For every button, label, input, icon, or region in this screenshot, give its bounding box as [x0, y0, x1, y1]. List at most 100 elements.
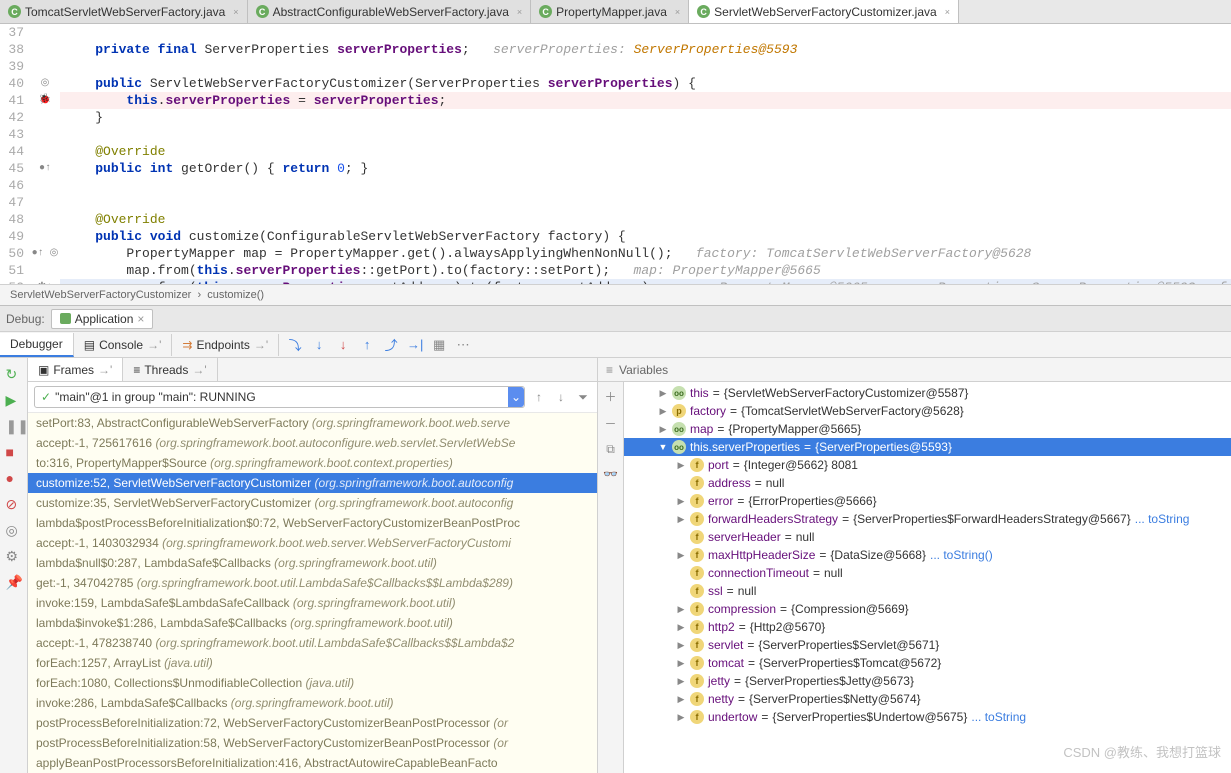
editor-tab[interactable]: CPropertyMapper.java×: [531, 0, 689, 23]
more-icon[interactable]: ⋯: [455, 337, 471, 353]
variable-row[interactable]: ▶f http2 = {Http2@5670}: [624, 618, 1231, 636]
code-editor[interactable]: 37383940414243444546474849505152535455 ◎…: [0, 24, 1231, 284]
expand-icon[interactable]: ▶: [658, 424, 668, 435]
force-step-into-icon[interactable]: ↓: [335, 337, 351, 353]
frames-tab[interactable]: ▣Frames →': [28, 358, 123, 381]
stack-frame[interactable]: postProcessBeforeInitialization:72, WebS…: [28, 713, 597, 733]
evaluate-icon[interactable]: ▦: [431, 337, 447, 353]
variable-row[interactable]: ▶f maxHttpHeaderSize = {DataSize@5668} .…: [624, 546, 1231, 564]
glasses-icon[interactable]: 👓: [603, 467, 618, 481]
run-to-cursor-icon[interactable]: →|: [407, 337, 423, 353]
stack-frame[interactable]: to:316, PropertyMapper$Source (org.sprin…: [28, 453, 597, 473]
stack-frame[interactable]: accept:-1, 478238740 (org.springframewor…: [28, 633, 597, 653]
pin-icon[interactable]: 📌: [6, 574, 22, 590]
expand-icon[interactable]: ▶: [658, 388, 668, 399]
pause-icon[interactable]: ❚❚: [6, 418, 22, 434]
step-over-icon[interactable]: ⤵: [287, 337, 303, 353]
breadcrumb[interactable]: ServletWebServerFactoryCustomizer › cust…: [0, 284, 1231, 305]
expand-icon[interactable]: ▼: [658, 442, 668, 452]
variable-row[interactable]: ▶f jetty = {ServerProperties$Jetty@5673}: [624, 672, 1231, 690]
variable-row[interactable]: ▶f compression = {Compression@5669}: [624, 600, 1231, 618]
expand-icon[interactable]: ▶: [676, 514, 686, 525]
close-icon[interactable]: ×: [517, 7, 522, 17]
expand-icon[interactable]: ▶: [676, 604, 686, 615]
mute-breakpoints-icon[interactable]: ⊘: [6, 496, 22, 512]
variable-row[interactable]: ▶p factory = {TomcatServletWebServerFact…: [624, 402, 1231, 420]
stack-frame[interactable]: applyBeanPostProcessorsBeforeInitializat…: [28, 753, 597, 773]
rerun-icon[interactable]: ↻: [6, 366, 22, 382]
variable-row[interactable]: ▶oo this = {ServletWebServerFactoryCusto…: [624, 384, 1231, 402]
add-watch-icon[interactable]: ＋: [604, 388, 616, 405]
console-tab[interactable]: ▤Console →': [74, 334, 173, 356]
expand-icon[interactable]: ▶: [676, 496, 686, 507]
stack-frame[interactable]: postProcessBeforeInitialization:58, WebS…: [28, 733, 597, 753]
variable-row[interactable]: ▼oo this.serverProperties = {ServerPrope…: [624, 438, 1231, 456]
stack-frame[interactable]: accept:-1, 1403032934 (org.springframewo…: [28, 533, 597, 553]
stack-frame[interactable]: customize:52, ServletWebServerFactoryCus…: [28, 473, 597, 493]
variable-tree[interactable]: ▶oo this = {ServletWebServerFactoryCusto…: [624, 382, 1231, 773]
view-breakpoints-icon[interactable]: ●: [6, 470, 22, 486]
expand-icon[interactable]: ▶: [676, 676, 686, 687]
close-icon[interactable]: ×: [137, 312, 144, 326]
debugger-tab[interactable]: Debugger: [0, 333, 74, 357]
copy-icon[interactable]: ⧉: [606, 442, 615, 457]
variable-row[interactable]: ▶f tomcat = {ServerProperties$Tomcat@567…: [624, 654, 1231, 672]
variable-row[interactable]: f connectionTimeout = null: [624, 564, 1231, 582]
stack-frame[interactable]: customize:35, ServletWebServerFactoryCus…: [28, 493, 597, 513]
expand-icon[interactable]: ▶: [676, 550, 686, 561]
variable-row[interactable]: ▶f undertow = {ServerProperties$Undertow…: [624, 708, 1231, 726]
prev-frame-icon[interactable]: ↑: [531, 390, 547, 404]
variable-row[interactable]: ▶f netty = {ServerProperties$Netty@5674}: [624, 690, 1231, 708]
variable-row[interactable]: ▶oo map = {PropertyMapper@5665}: [624, 420, 1231, 438]
chevron-down-icon[interactable]: ⌄: [508, 387, 524, 407]
variable-row[interactable]: f address = null: [624, 474, 1231, 492]
next-frame-icon[interactable]: ↓: [553, 390, 569, 404]
endpoints-tab[interactable]: ⇉Endpoints →': [172, 334, 279, 356]
expand-icon[interactable]: ▶: [658, 406, 668, 417]
close-icon[interactable]: ×: [233, 7, 238, 17]
run-config-tab[interactable]: Application ×: [51, 309, 154, 329]
camera-icon[interactable]: ◎: [6, 522, 22, 538]
stack-frame[interactable]: forEach:1080, Collections$UnmodifiableCo…: [28, 673, 597, 693]
editor-tab[interactable]: CTomcatServletWebServerFactory.java×: [0, 0, 248, 23]
endpoints-icon: ⇉: [182, 338, 192, 352]
editor-tab[interactable]: CAbstractConfigurableWebServerFactory.ja…: [248, 0, 532, 23]
drop-frame-icon[interactable]: ⤴: [383, 337, 399, 353]
breadcrumb-class[interactable]: ServletWebServerFactoryCustomizer: [10, 289, 191, 301]
threads-tab[interactable]: ≡Threads →': [123, 358, 217, 381]
step-out-icon[interactable]: ↑: [359, 337, 375, 353]
variable-row[interactable]: ▶f error = {ErrorProperties@5666}: [624, 492, 1231, 510]
expand-icon[interactable]: ▶: [676, 712, 686, 723]
variable-row[interactable]: f serverHeader = null: [624, 528, 1231, 546]
filter-icon[interactable]: ⏷: [575, 390, 591, 405]
resume-icon[interactable]: ▶: [6, 392, 22, 408]
close-icon[interactable]: ×: [675, 7, 680, 17]
settings-icon[interactable]: ⚙: [6, 548, 22, 564]
expand-icon[interactable]: ▶: [676, 658, 686, 669]
stack-frame[interactable]: lambda$invoke$1:286, LambdaSafe$Callback…: [28, 613, 597, 633]
stop-icon[interactable]: ■: [6, 444, 22, 460]
step-into-icon[interactable]: ↓: [311, 337, 327, 353]
close-icon[interactable]: ×: [945, 7, 950, 17]
stack-frame[interactable]: forEach:1257, ArrayList (java.util): [28, 653, 597, 673]
expand-icon[interactable]: ▶: [676, 640, 686, 651]
expand-icon[interactable]: ▶: [676, 694, 686, 705]
stack-frame[interactable]: setPort:83, AbstractConfigurableWebServe…: [28, 413, 597, 433]
expand-icon[interactable]: ▶: [676, 622, 686, 633]
stack-frame[interactable]: accept:-1, 725617616 (org.springframewor…: [28, 433, 597, 453]
stack-frame[interactable]: invoke:286, LambdaSafe$Callbacks (org.sp…: [28, 693, 597, 713]
editor-tab[interactable]: CServletWebServerFactoryCustomizer.java×: [689, 0, 959, 23]
variable-row[interactable]: ▶f forwardHeadersStrategy = {ServerPrope…: [624, 510, 1231, 528]
remove-watch-icon[interactable]: －: [604, 415, 616, 432]
variable-row[interactable]: f ssl = null: [624, 582, 1231, 600]
stack-frame[interactable]: get:-1, 347042785 (org.springframework.b…: [28, 573, 597, 593]
stack-frame[interactable]: lambda$null$0:287, LambdaSafe$Callbacks …: [28, 553, 597, 573]
expand-icon[interactable]: ▶: [676, 460, 686, 471]
variable-row[interactable]: ▶f servlet = {ServerProperties$Servlet@5…: [624, 636, 1231, 654]
stack-frame[interactable]: invoke:159, LambdaSafe$LambdaSafeCallbac…: [28, 593, 597, 613]
variable-row[interactable]: ▶f port = {Integer@5662} 8081: [624, 456, 1231, 474]
thread-combo[interactable]: ✓ "main"@1 in group "main": RUNNING ⌄: [34, 386, 525, 408]
stack-frame-list[interactable]: setPort:83, AbstractConfigurableWebServe…: [28, 413, 597, 773]
breadcrumb-method[interactable]: customize(): [207, 289, 264, 301]
stack-frame[interactable]: lambda$postProcessBeforeInitialization$0…: [28, 513, 597, 533]
